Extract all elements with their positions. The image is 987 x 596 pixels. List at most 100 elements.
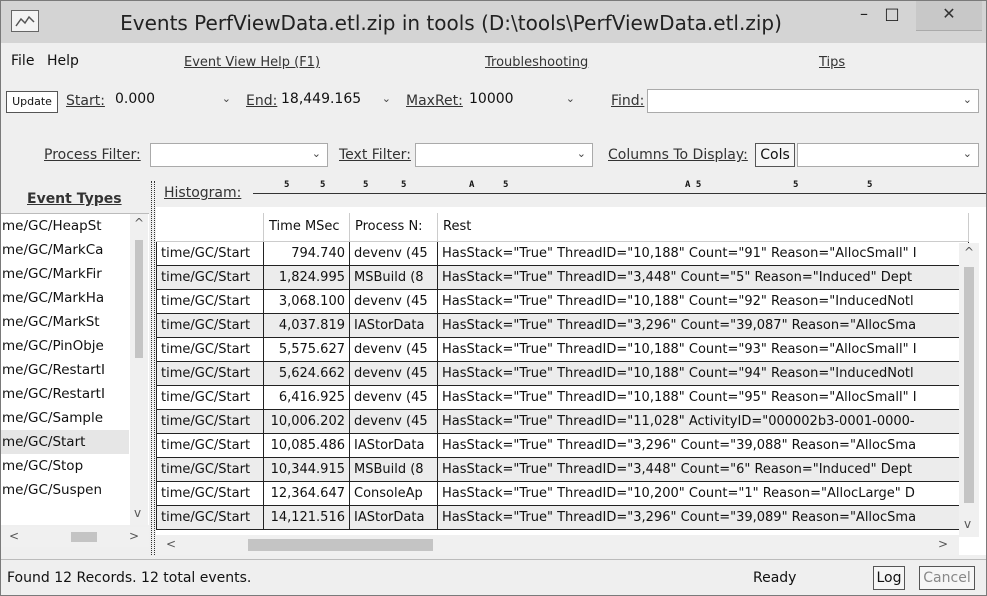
minimize-button[interactable]: – (849, 1, 879, 31)
end-label[interactable]: End: (246, 93, 277, 109)
cell-event-name[interactable]: time/GC/Start (156, 312, 264, 338)
cell-event-name[interactable]: time/GC/Start (156, 360, 264, 386)
events-grid[interactable]: Time MSec Process N: Rest time/GC/Start 7… (156, 207, 986, 555)
event-types-header[interactable]: Event Types (27, 191, 122, 207)
end-combo[interactable]: 18,449.165 ⌄ (277, 89, 397, 113)
table-row[interactable]: time/GC/Start 4,037.819 IAStorData HasStack… (156, 312, 969, 338)
menu-file[interactable]: File (11, 53, 34, 69)
event-type-item[interactable]: me/GC/PinObje (1, 334, 129, 358)
title-bar[interactable]: Events PerfViewData.etl.zip in tools (D:… (1, 1, 986, 43)
event-type-item[interactable]: me/GC/MarkFir (1, 262, 129, 286)
cell-rest[interactable]: HasStack="True" ThreadID="11,028" Activi… (437, 408, 969, 434)
table-row[interactable]: time/GC/Start 6,416.925 devenv (45 HasStack… (156, 384, 969, 410)
event-type-item[interactable]: me/GC/RestartI (1, 358, 129, 382)
cell-time-msec[interactable]: 794.740 (263, 240, 350, 266)
start-label[interactable]: Start: (66, 93, 105, 109)
column-header-rest[interactable]: Rest (437, 213, 969, 242)
scroll-down-icon[interactable]: v (134, 506, 141, 520)
event-view-help-link[interactable]: Event View Help (F1) (184, 55, 320, 70)
cell-event-name[interactable]: time/GC/Start (156, 288, 264, 314)
scrollbar-thumb[interactable] (964, 267, 974, 503)
table-row[interactable]: time/GC/Start 3,068.100 devenv (45 HasStack… (156, 288, 969, 314)
table-row[interactable]: time/GC/Start 794.740 devenv (45 HasStack="… (156, 240, 969, 266)
cell-event-name[interactable]: time/GC/Start (156, 456, 264, 482)
maximize-button[interactable]: □ (877, 1, 907, 31)
table-row[interactable]: time/GC/Start 1,824.995 MSBuild (8 HasStack… (156, 264, 969, 290)
event-type-item[interactable]: me/GC/Start (1, 430, 129, 454)
cell-time-msec[interactable]: 14,121.516 (263, 504, 350, 530)
cell-process-name[interactable]: IAStorData (349, 312, 438, 338)
event-types-hscrollbar[interactable]: < > (1, 527, 149, 547)
column-header-process-name[interactable]: Process N: (349, 213, 438, 242)
cell-event-name[interactable]: time/GC/Start (156, 384, 264, 410)
grid-hscrollbar[interactable]: < > (156, 535, 959, 555)
cell-time-msec[interactable]: 4,037.819 (263, 312, 350, 338)
scroll-left-icon[interactable]: < (166, 537, 176, 551)
table-row[interactable]: time/GC/Start 14,121.516 IAStorData HasStac… (156, 504, 969, 530)
cell-process-name[interactable]: devenv (45 (349, 384, 438, 410)
cell-time-msec[interactable]: 12,364.647 (263, 480, 350, 506)
grid-vscrollbar[interactable]: ^ v (959, 243, 979, 537)
cell-rest[interactable]: HasStack="True" ThreadID="3,448" Count="… (437, 456, 969, 482)
event-type-item[interactable]: me/GC/Sample (1, 406, 129, 430)
cell-process-name[interactable]: MSBuild (8 (349, 264, 438, 290)
columns-to-display-label[interactable]: Columns To Display: (608, 147, 748, 163)
cols-button[interactable]: Cols (755, 143, 795, 167)
update-button[interactable]: Update (6, 91, 58, 113)
maxret-label[interactable]: MaxRet: (406, 93, 463, 109)
log-button[interactable]: Log (873, 566, 905, 590)
cell-time-msec[interactable]: 1,824.995 (263, 264, 350, 290)
table-row[interactable]: time/GC/Start 10,344.915 MSBuild (8 HasStac… (156, 456, 969, 482)
process-filter-combo[interactable]: ⌄ (150, 143, 328, 167)
column-header-time-msec[interactable]: Time MSec (263, 213, 350, 242)
troubleshooting-link[interactable]: Troubleshooting (485, 55, 588, 70)
cell-time-msec[interactable]: 10,006.202 (263, 408, 350, 434)
scroll-right-icon[interactable]: > (938, 537, 948, 551)
cancel-button[interactable]: Cancel (919, 566, 975, 590)
close-button[interactable]: ✕ (916, 1, 982, 31)
cell-event-name[interactable]: time/GC/Start (156, 504, 264, 530)
table-row[interactable]: time/GC/Start 5,624.662 devenv (45 HasStack… (156, 360, 969, 386)
cell-rest[interactable]: HasStack="True" ThreadID="3,296" Count="… (437, 432, 969, 458)
cell-event-name[interactable]: time/GC/Start (156, 480, 264, 506)
cell-rest[interactable]: HasStack="True" ThreadID="10,200" Count=… (437, 480, 969, 506)
event-type-item[interactable]: me/GC/MarkSt (1, 310, 129, 334)
event-type-item[interactable]: me/GC/HeapSt (1, 214, 129, 238)
cell-time-msec[interactable]: 3,068.100 (263, 288, 350, 314)
scroll-up-icon[interactable]: ^ (964, 245, 974, 259)
process-filter-label[interactable]: Process Filter: (44, 147, 141, 163)
table-row[interactable]: time/GC/Start 5,575.627 devenv (45 HasStack… (156, 336, 969, 362)
cell-time-msec[interactable]: 10,344.915 (263, 456, 350, 482)
cell-event-name[interactable]: time/GC/Start (156, 240, 264, 266)
cell-process-name[interactable]: devenv (45 (349, 240, 438, 266)
scroll-up-icon[interactable]: ^ (134, 216, 144, 230)
table-row[interactable]: time/GC/Start 10,085.486 IAStorData HasStac… (156, 432, 969, 458)
columns-combo[interactable]: ⌄ (797, 143, 979, 167)
cell-process-name[interactable]: devenv (45 (349, 336, 438, 362)
cell-event-name[interactable]: time/GC/Start (156, 264, 264, 290)
menu-help[interactable]: Help (47, 53, 79, 69)
text-filter-label[interactable]: Text Filter: (339, 147, 411, 163)
scroll-down-icon[interactable]: v (964, 517, 971, 531)
cell-event-name[interactable]: time/GC/Start (156, 432, 264, 458)
cell-rest[interactable]: HasStack="True" ThreadID="3,448" Count="… (437, 264, 969, 290)
scrollbar-thumb[interactable] (248, 539, 433, 551)
table-row[interactable]: time/GC/Start 12,364.647 ConsoleAp HasStack… (156, 480, 969, 506)
event-type-item[interactable]: me/GC/MarkHa (1, 286, 129, 310)
event-type-item[interactable]: me/GC/Suspen (1, 478, 129, 502)
cell-rest[interactable]: HasStack="True" ThreadID="10,188" Count=… (437, 384, 969, 410)
cell-time-msec[interactable]: 10,085.486 (263, 432, 350, 458)
panel-splitter[interactable] (151, 181, 155, 555)
cell-process-name[interactable]: IAStorData (349, 432, 438, 458)
event-type-item[interactable]: me/GC/Stop (1, 454, 129, 478)
table-row[interactable]: time/GC/Start 10,006.202 devenv (45 HasStac… (156, 408, 969, 434)
text-filter-combo[interactable]: ⌄ (415, 143, 593, 167)
tips-link[interactable]: Tips (819, 55, 845, 70)
column-header-event-name[interactable] (156, 213, 264, 242)
cell-rest[interactable]: HasStack="True" ThreadID="10,188" Count=… (437, 240, 969, 266)
cell-process-name[interactable]: MSBuild (8 (349, 456, 438, 482)
cell-time-msec[interactable]: 6,416.925 (263, 384, 350, 410)
histogram-label[interactable]: Histogram: (164, 185, 241, 201)
cell-rest[interactable]: HasStack="True" ThreadID="3,296" Count="… (437, 312, 969, 338)
cell-process-name[interactable]: devenv (45 (349, 288, 438, 314)
